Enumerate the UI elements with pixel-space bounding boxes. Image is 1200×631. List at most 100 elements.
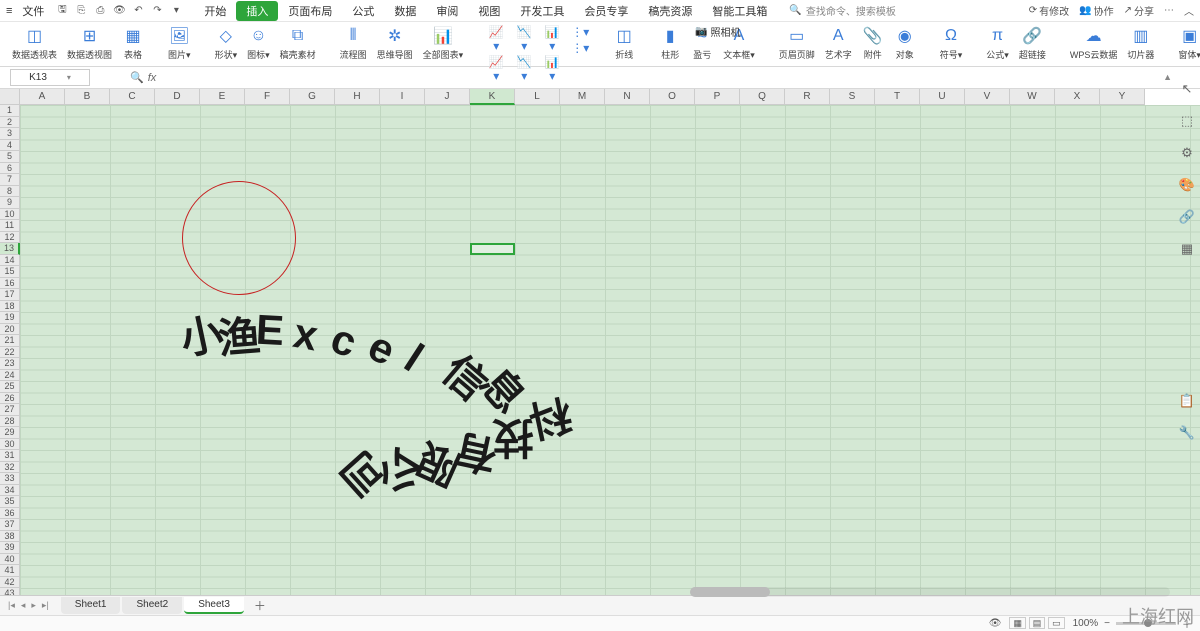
row-header-14[interactable]: 14 bbox=[0, 255, 20, 267]
col-header-V[interactable]: V bbox=[965, 89, 1010, 105]
normal-view-icon[interactable]: ▦ bbox=[1009, 617, 1026, 629]
ribbon-全部图表[interactable]: 📊全部图表▾ bbox=[423, 25, 464, 61]
main-tab-4[interactable]: 数据 bbox=[384, 1, 426, 21]
main-tab-8[interactable]: 会员专享 bbox=[574, 1, 638, 21]
ribbon-对象[interactable]: ◉对象 bbox=[894, 25, 916, 61]
row-header-33[interactable]: 33 bbox=[0, 473, 20, 485]
row-header-24[interactable]: 24 bbox=[0, 370, 20, 382]
collapse-icon[interactable]: ︿ bbox=[1184, 3, 1194, 18]
row-header-20[interactable]: 20 bbox=[0, 324, 20, 336]
clipboard-icon[interactable]: ⎘ bbox=[73, 3, 89, 19]
row-header-15[interactable]: 15 bbox=[0, 266, 20, 278]
col-header-R[interactable]: R bbox=[785, 89, 830, 105]
main-tab-10[interactable]: 智能工具箱 bbox=[702, 1, 777, 21]
sheet-tab-Sheet3[interactable]: Sheet3 bbox=[184, 597, 244, 614]
ribbon-公式[interactable]: π公式▾ bbox=[986, 25, 1009, 61]
row-header-31[interactable]: 31 bbox=[0, 450, 20, 462]
row-header-26[interactable]: 26 bbox=[0, 393, 20, 405]
ribbon-折线[interactable]: ◫折线 bbox=[613, 25, 635, 61]
row-header-16[interactable]: 16 bbox=[0, 278, 20, 290]
active-cell-K13[interactable] bbox=[470, 243, 515, 255]
row-header-39[interactable]: 39 bbox=[0, 542, 20, 554]
main-tab-1[interactable]: 插入 bbox=[236, 1, 278, 21]
row-header-1[interactable]: 1 bbox=[0, 105, 20, 117]
col-header-P[interactable]: P bbox=[695, 89, 740, 105]
row-header-37[interactable]: 37 bbox=[0, 519, 20, 531]
ribbon-切片器[interactable]: ▥切片器 bbox=[1127, 25, 1154, 61]
redo-icon[interactable]: ↷ bbox=[149, 3, 165, 19]
row-header-17[interactable]: 17 bbox=[0, 289, 20, 301]
sheet-tab-Sheet2[interactable]: Sheet2 bbox=[122, 597, 182, 614]
name-box[interactable]: K13 bbox=[10, 69, 90, 86]
collab-button[interactable]: 👥 协作 bbox=[1079, 3, 1113, 18]
dropdown-icon[interactable]: ▾ bbox=[168, 3, 184, 19]
ribbon-数据透视图[interactable]: ⊞数据透视图 bbox=[67, 25, 112, 61]
ribbon-艺术字[interactable]: A艺术字 bbox=[825, 25, 852, 61]
file-menu[interactable]: 文件 bbox=[16, 3, 50, 19]
chart-mini-icon[interactable]: 📊▾ bbox=[543, 55, 561, 83]
wordart-line2[interactable]: 科技有限公司 bbox=[180, 405, 600, 495]
col-header-S[interactable]: S bbox=[830, 89, 875, 105]
row-header-25[interactable]: 25 bbox=[0, 381, 20, 393]
chart-mini-icon[interactable]: ⋮▾ bbox=[571, 41, 589, 55]
col-header-K[interactable]: K bbox=[470, 89, 515, 105]
horizontal-scrollbar[interactable] bbox=[690, 587, 1170, 597]
row-header-4[interactable]: 4 bbox=[0, 140, 20, 152]
ribbon-窗体[interactable]: ▣窗体▾ bbox=[1178, 25, 1200, 61]
sheet-prev-icon[interactable]: ◂ bbox=[19, 600, 28, 611]
row-header-18[interactable]: 18 bbox=[0, 301, 20, 313]
main-tab-7[interactable]: 开发工具 bbox=[510, 1, 574, 21]
ribbon-图标[interactable]: ☺图标▾ bbox=[247, 25, 270, 61]
row-header-11[interactable]: 11 bbox=[0, 220, 20, 232]
ribbon-数据透视表[interactable]: ◫数据透视表 bbox=[12, 25, 57, 61]
ribbon-WPS云数据[interactable]: ☁WPS云数据 bbox=[1070, 25, 1118, 61]
chart-mini-icon[interactable]: 📈▾ bbox=[487, 25, 505, 53]
fx-area[interactable]: 🔍 fx bbox=[130, 71, 156, 84]
row-header-27[interactable]: 27 bbox=[0, 404, 20, 416]
eye-icon[interactable]: 👁 bbox=[989, 618, 1002, 629]
settings-icon[interactable]: ⚙ bbox=[1178, 144, 1196, 162]
sheet-last-icon[interactable]: ▸| bbox=[40, 600, 51, 611]
row-header-38[interactable]: 38 bbox=[0, 531, 20, 543]
search-box[interactable]: 🔍 查找命令、搜索模板 bbox=[789, 3, 895, 18]
col-header-U[interactable]: U bbox=[920, 89, 965, 105]
chart-mini-icon[interactable]: 📉▾ bbox=[515, 25, 533, 53]
ribbon-柱形[interactable]: ▮柱形 bbox=[659, 25, 681, 61]
row-header-34[interactable]: 34 bbox=[0, 485, 20, 497]
ribbon-流程图[interactable]: ⫴流程图 bbox=[340, 25, 367, 61]
ribbon-图片[interactable]: 🖼图片▾ bbox=[168, 25, 191, 61]
row-header-21[interactable]: 21 bbox=[0, 335, 20, 347]
main-tab-0[interactable]: 开始 bbox=[194, 1, 236, 21]
col-header-I[interactable]: I bbox=[380, 89, 425, 105]
chart-mini-icon[interactable]: 📊▾ bbox=[543, 25, 561, 53]
apps-icon[interactable]: ▦ bbox=[1178, 240, 1196, 258]
sheet-next-icon[interactable]: ▸ bbox=[29, 600, 38, 611]
hamburger-icon[interactable]: ≡ bbox=[6, 5, 12, 17]
save-icon[interactable]: 🖫 bbox=[54, 3, 70, 19]
col-header-E[interactable]: E bbox=[200, 89, 245, 105]
chart-mini-icon[interactable]: 📉▾ bbox=[515, 55, 533, 83]
col-header-O[interactable]: O bbox=[650, 89, 695, 105]
ribbon-表格[interactable]: ▦表格 bbox=[122, 25, 144, 61]
row-header-12[interactable]: 12 bbox=[0, 232, 20, 244]
row-header-42[interactable]: 42 bbox=[0, 577, 20, 589]
row-header-22[interactable]: 22 bbox=[0, 347, 20, 359]
ribbon-稿壳素材[interactable]: ⧉稿壳素材 bbox=[280, 25, 316, 61]
share-button[interactable]: ↗ 分享 bbox=[1124, 3, 1154, 18]
col-header-Y[interactable]: Y bbox=[1100, 89, 1145, 105]
col-header-C[interactable]: C bbox=[110, 89, 155, 105]
print-icon[interactable]: ⎙ bbox=[92, 3, 108, 19]
row-header-32[interactable]: 32 bbox=[0, 462, 20, 474]
col-header-L[interactable]: L bbox=[515, 89, 560, 105]
sheet-first-icon[interactable]: |◂ bbox=[6, 600, 17, 611]
link-icon[interactable]: 🔗 bbox=[1178, 208, 1196, 226]
circle-shape[interactable] bbox=[182, 181, 296, 295]
col-header-X[interactable]: X bbox=[1055, 89, 1100, 105]
row-header-36[interactable]: 36 bbox=[0, 508, 20, 520]
row-header-3[interactable]: 3 bbox=[0, 128, 20, 140]
unsaved-status[interactable]: ⟳ 有修改 bbox=[1029, 3, 1069, 18]
col-header-F[interactable]: F bbox=[245, 89, 290, 105]
col-header-A[interactable]: A bbox=[20, 89, 65, 105]
main-tab-5[interactable]: 审阅 bbox=[426, 1, 468, 21]
row-header-2[interactable]: 2 bbox=[0, 117, 20, 129]
